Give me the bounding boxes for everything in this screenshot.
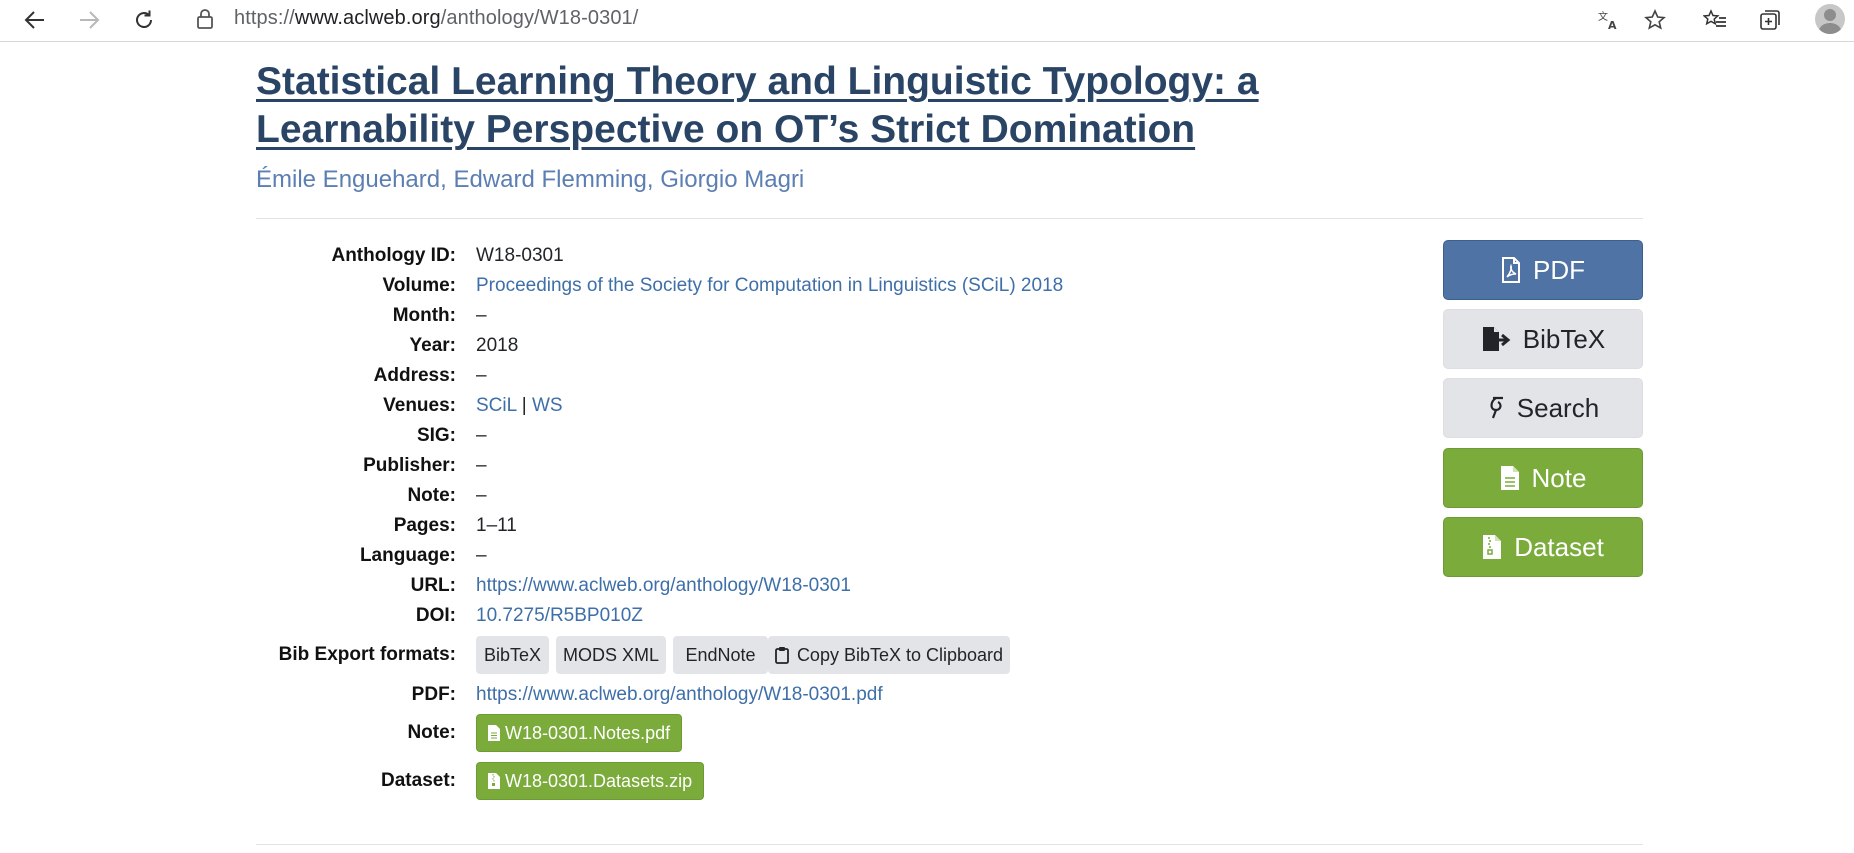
file-icon xyxy=(1500,465,1532,491)
export-bibtex-button[interactable]: BibTeX xyxy=(476,636,549,674)
volume-link[interactable]: Proceedings of the Society for Computati… xyxy=(476,275,1063,297)
paper-title[interactable]: Statistical Learning Theory and Linguist… xyxy=(256,58,1456,154)
back-arrow-icon[interactable] xyxy=(15,2,55,38)
forward-arrow-icon[interactable] xyxy=(69,2,109,38)
venues-label: Venues: xyxy=(383,395,456,416)
note-file-name: W18-0301.Notes.pdf xyxy=(505,722,671,743)
language-value: – xyxy=(476,545,487,566)
translate-icon[interactable]: 文A xyxy=(1594,5,1624,35)
note-file-label: Note: xyxy=(407,722,456,743)
search-engine-icon xyxy=(1487,396,1517,420)
file-archive-icon xyxy=(488,773,505,789)
star-icon[interactable] xyxy=(1640,5,1670,35)
doi-label: DOI: xyxy=(415,605,456,626)
volume-label: Volume: xyxy=(382,275,456,296)
dataset-button-label: Dataset xyxy=(1514,531,1604,562)
export-mods-xml-button[interactable]: MODS XML xyxy=(556,636,666,674)
doi-link[interactable]: 10.7275/R5BP010Z xyxy=(476,605,643,627)
author-list: Émile Enguehard, Edward Flemming, Giorgi… xyxy=(256,166,805,193)
file-export-icon xyxy=(1481,326,1523,352)
anthology-id-value: W18-0301 xyxy=(476,245,564,266)
address-value: – xyxy=(476,365,487,386)
author-link[interactable]: Émile Enguehard xyxy=(256,166,440,193)
divider xyxy=(256,218,1643,219)
note-file-button[interactable]: W18-0301.Notes.pdf xyxy=(476,714,683,752)
note-value: – xyxy=(476,485,487,506)
bib-export-label: Bib Export formats: xyxy=(278,644,456,665)
venue-link-ws[interactable]: WS xyxy=(532,395,563,416)
venue-link-scil[interactable]: SCiL xyxy=(476,395,516,416)
dataset-file-button[interactable]: W18-0301.Datasets.zip xyxy=(476,762,705,800)
copy-bibtex-label: Copy BibTeX to Clipboard xyxy=(796,644,1004,665)
bibtex-button-label: BibTeX xyxy=(1522,323,1606,354)
pdf-link[interactable]: https://www.aclweb.org/anthology/W18-030… xyxy=(476,684,883,706)
url-label: URL: xyxy=(410,575,456,596)
pages-value: 1–11 xyxy=(476,515,517,536)
divider xyxy=(256,844,1643,845)
url-text[interactable]: https://www.aclweb.org/anthology/W18-030… xyxy=(234,7,638,30)
year-label: Year: xyxy=(409,335,456,356)
venues-value: SCiL | WS xyxy=(476,395,563,417)
sig-label: SIG: xyxy=(416,425,456,446)
lock-icon[interactable] xyxy=(196,8,214,35)
clipboard-icon xyxy=(775,646,789,664)
anthology-id-label: Anthology ID: xyxy=(331,245,456,266)
collections-icon[interactable] xyxy=(1755,5,1785,35)
dataset-file-name: W18-0301.Datasets.zip xyxy=(505,770,693,791)
file-icon xyxy=(488,725,505,741)
pages-label: Pages: xyxy=(393,515,456,536)
language-label: Language: xyxy=(359,545,456,566)
file-archive-icon xyxy=(1482,534,1514,560)
note-label: Note: xyxy=(407,485,456,506)
month-value: – xyxy=(476,305,487,326)
sig-value: – xyxy=(476,425,487,446)
svg-text:文: 文 xyxy=(1598,10,1608,23)
profile-icon[interactable] xyxy=(1815,4,1845,34)
pdf-button-label: PDF xyxy=(1533,254,1585,285)
export-endnote-button[interactable]: EndNote xyxy=(673,636,768,674)
publisher-value: – xyxy=(476,455,487,476)
favorites-icon[interactable] xyxy=(1700,5,1730,35)
venue-separator: | xyxy=(521,395,527,416)
author-link[interactable]: Edward Flemming xyxy=(453,166,646,193)
bibtex-button[interactable]: BibTeX xyxy=(1443,309,1643,369)
address-label: Address: xyxy=(373,365,456,386)
browser-toolbar: https://www.aclweb.org/anthology/W18-030… xyxy=(0,0,1854,42)
pdf-label: PDF: xyxy=(411,684,456,705)
note-button[interactable]: Note xyxy=(1443,448,1643,508)
pdf-button[interactable]: PDF xyxy=(1443,240,1643,300)
note-button-label: Note xyxy=(1531,462,1587,493)
dataset-label: Dataset: xyxy=(381,770,456,791)
reload-icon[interactable] xyxy=(124,2,164,38)
search-button-label: Search xyxy=(1516,392,1600,423)
author-link[interactable]: Giorgio Magri xyxy=(660,166,804,193)
month-label: Month: xyxy=(392,305,456,326)
copy-bibtex-button[interactable]: Copy BibTeX to Clipboard xyxy=(768,636,1010,674)
file-pdf-icon xyxy=(1501,257,1533,283)
publisher-label: Publisher: xyxy=(363,455,456,476)
svg-text:A: A xyxy=(1608,19,1617,31)
dataset-button[interactable]: Dataset xyxy=(1443,517,1643,577)
year-value: 2018 xyxy=(476,335,519,356)
url-link[interactable]: https://www.aclweb.org/anthology/W18-030… xyxy=(476,575,851,597)
search-button[interactable]: Search xyxy=(1443,378,1643,438)
